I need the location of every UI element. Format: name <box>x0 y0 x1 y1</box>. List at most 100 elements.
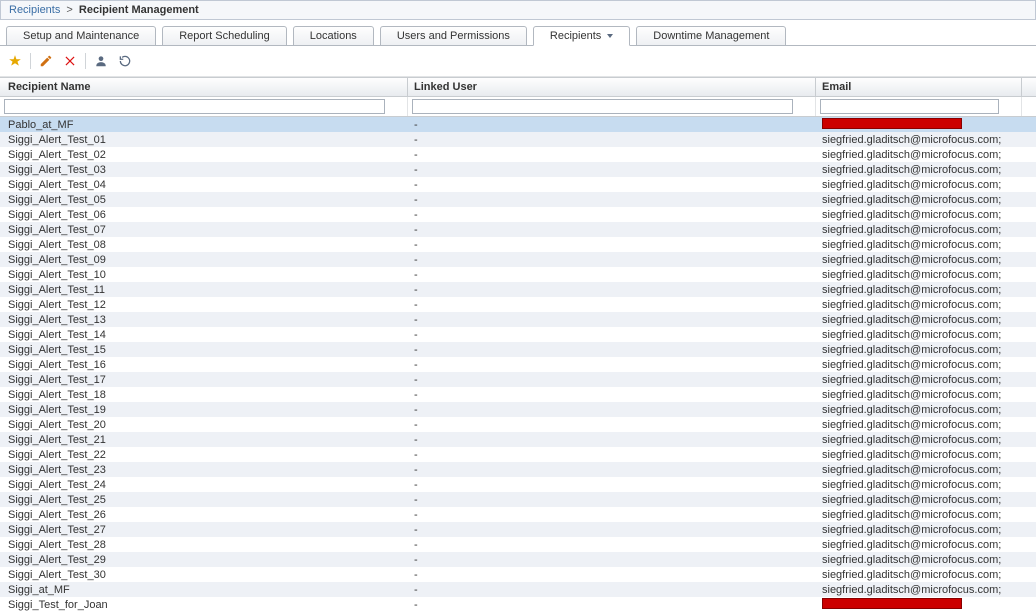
cell-linked-user: - <box>408 299 816 311</box>
cell-name: Siggi_Alert_Test_14 <box>0 329 408 341</box>
cell-linked-user: - <box>408 539 816 551</box>
breadcrumb-root[interactable]: Recipients <box>9 4 60 16</box>
filter-user-input[interactable] <box>412 99 793 114</box>
cell-name: Pablo_at_MF <box>0 119 408 131</box>
table-row[interactable]: Siggi_Alert_Test_21-siegfried.gladitsch@… <box>0 432 1036 447</box>
table-row[interactable]: Siggi_Alert_Test_08-siegfried.gladitsch@… <box>0 237 1036 252</box>
cell-name: Siggi_Alert_Test_04 <box>0 179 408 191</box>
table-row[interactable]: Siggi_Alert_Test_01-siegfried.gladitsch@… <box>0 132 1036 147</box>
toolbar-divider <box>30 53 31 69</box>
table-row[interactable]: Siggi_Alert_Test_13-siegfried.gladitsch@… <box>0 312 1036 327</box>
cell-email <box>816 118 1022 132</box>
breadcrumb: Recipients > Recipient Management <box>0 0 1036 20</box>
table-row[interactable]: Siggi_Alert_Test_25-siegfried.gladitsch@… <box>0 492 1036 507</box>
cell-name: Siggi_Alert_Test_05 <box>0 194 408 206</box>
breadcrumb-sep: > <box>63 4 75 16</box>
cell-email: siegfried.gladitsch@microfocus.com; <box>816 299 1022 311</box>
cell-email: siegfried.gladitsch@microfocus.com; <box>816 584 1022 596</box>
cell-name: Siggi_Alert_Test_28 <box>0 539 408 551</box>
table-row[interactable]: Siggi_Alert_Test_11-siegfried.gladitsch@… <box>0 282 1036 297</box>
table-row[interactable]: Siggi_at_MF-siegfried.gladitsch@microfoc… <box>0 582 1036 597</box>
table-row[interactable]: Siggi_Alert_Test_28-siegfried.gladitsch@… <box>0 537 1036 552</box>
tabbar: Setup and Maintenance Report Scheduling Lo… <box>0 20 1036 46</box>
table-row[interactable]: Siggi_Alert_Test_23-siegfried.gladitsch@… <box>0 462 1036 477</box>
table-row[interactable]: Siggi_Alert_Test_07-siegfried.gladitsch@… <box>0 222 1036 237</box>
cell-linked-user: - <box>408 404 816 416</box>
tab-locations[interactable]: Locations <box>293 26 374 46</box>
column-header-email[interactable]: Email <box>816 78 1022 96</box>
cell-name: Siggi_Alert_Test_22 <box>0 449 408 461</box>
table-row[interactable]: Siggi_Alert_Test_09-siegfried.gladitsch@… <box>0 252 1036 267</box>
table-row[interactable]: Siggi_Alert_Test_16-siegfried.gladitsch@… <box>0 357 1036 372</box>
table-row[interactable]: Siggi_Alert_Test_30-siegfried.gladitsch@… <box>0 567 1036 582</box>
cell-email: siegfried.gladitsch@microfocus.com; <box>816 239 1022 251</box>
cell-linked-user: - <box>408 569 816 581</box>
tab-recipients[interactable]: Recipients <box>533 26 630 46</box>
table-row[interactable]: Siggi_Alert_Test_03-siegfried.gladitsch@… <box>0 162 1036 177</box>
column-header-name[interactable]: Recipient Name <box>0 78 408 96</box>
table-row[interactable]: Siggi_Alert_Test_06-siegfried.gladitsch@… <box>0 207 1036 222</box>
tab-label: Downtime Management <box>653 30 769 42</box>
table-row[interactable]: Siggi_Test_for_Joan- <box>0 597 1036 612</box>
link-user-button[interactable] <box>92 52 110 70</box>
table-row[interactable]: Siggi_Alert_Test_20-siegfried.gladitsch@… <box>0 417 1036 432</box>
table-row[interactable]: Siggi_Alert_Test_27-siegfried.gladitsch@… <box>0 522 1036 537</box>
cell-linked-user: - <box>408 329 816 341</box>
cell-linked-user: - <box>408 134 816 146</box>
grid-body: Pablo_at_MF-Siggi_Alert_Test_01-siegfrie… <box>0 117 1036 612</box>
tab-label: Recipients <box>550 30 601 42</box>
table-row[interactable]: Siggi_Alert_Test_26-siegfried.gladitsch@… <box>0 507 1036 522</box>
cell-linked-user: - <box>408 194 816 206</box>
cell-email: siegfried.gladitsch@microfocus.com; <box>816 554 1022 566</box>
tab-users-and-permissions[interactable]: Users and Permissions <box>380 26 527 46</box>
table-row[interactable]: Siggi_Alert_Test_15-siegfried.gladitsch@… <box>0 342 1036 357</box>
table-row[interactable]: Siggi_Alert_Test_14-siegfried.gladitsch@… <box>0 327 1036 342</box>
table-row[interactable]: Siggi_Alert_Test_19-siegfried.gladitsch@… <box>0 402 1036 417</box>
cell-linked-user: - <box>408 599 816 611</box>
refresh-icon <box>118 54 132 68</box>
table-row[interactable]: Siggi_Alert_Test_18-siegfried.gladitsch@… <box>0 387 1036 402</box>
recipient-grid: Recipient Name Linked User Email Pablo_a… <box>0 77 1036 612</box>
cell-linked-user: - <box>408 164 816 176</box>
tab-downtime-management[interactable]: Downtime Management <box>636 26 786 46</box>
column-header-user[interactable]: Linked User <box>408 78 816 96</box>
cell-email: siegfried.gladitsch@microfocus.com; <box>816 284 1022 296</box>
delete-button[interactable] <box>61 52 79 70</box>
cell-linked-user: - <box>408 584 816 596</box>
grid-header: Recipient Name Linked User Email <box>0 77 1036 97</box>
table-row[interactable]: Siggi_Alert_Test_22-siegfried.gladitsch@… <box>0 447 1036 462</box>
breadcrumb-current: Recipient Management <box>79 4 199 16</box>
refresh-button[interactable] <box>116 52 134 70</box>
cell-name: Siggi_Alert_Test_16 <box>0 359 408 371</box>
tab-report-scheduling[interactable]: Report Scheduling <box>162 26 287 46</box>
cell-name: Siggi_Alert_Test_24 <box>0 479 408 491</box>
cell-name: Siggi_Alert_Test_15 <box>0 344 408 356</box>
table-row[interactable]: Siggi_Alert_Test_12-siegfried.gladitsch@… <box>0 297 1036 312</box>
chevron-down-icon[interactable] <box>607 34 613 38</box>
table-row[interactable]: Siggi_Alert_Test_17-siegfried.gladitsch@… <box>0 372 1036 387</box>
cell-email: siegfried.gladitsch@microfocus.com; <box>816 314 1022 326</box>
user-icon <box>94 54 108 68</box>
table-row[interactable]: Siggi_Alert_Test_02-siegfried.gladitsch@… <box>0 147 1036 162</box>
tab-setup-and-maintenance[interactable]: Setup and Maintenance <box>6 26 156 46</box>
cell-email: siegfried.gladitsch@microfocus.com; <box>816 224 1022 236</box>
cell-name: Siggi_Alert_Test_03 <box>0 164 408 176</box>
new-button[interactable] <box>6 52 24 70</box>
cell-email: siegfried.gladitsch@microfocus.com; <box>816 344 1022 356</box>
table-row[interactable]: Siggi_Alert_Test_10-siegfried.gladitsch@… <box>0 267 1036 282</box>
cell-name: Siggi_Alert_Test_21 <box>0 434 408 446</box>
cell-email: siegfried.gladitsch@microfocus.com; <box>816 524 1022 536</box>
table-row[interactable]: Pablo_at_MF- <box>0 117 1036 132</box>
cell-linked-user: - <box>408 419 816 431</box>
table-row[interactable]: Siggi_Alert_Test_05-siegfried.gladitsch@… <box>0 192 1036 207</box>
table-row[interactable]: Siggi_Alert_Test_24-siegfried.gladitsch@… <box>0 477 1036 492</box>
table-row[interactable]: Siggi_Alert_Test_04-siegfried.gladitsch@… <box>0 177 1036 192</box>
cell-linked-user: - <box>408 359 816 371</box>
edit-button[interactable] <box>37 52 55 70</box>
filter-name-input[interactable] <box>4 99 385 114</box>
star-icon <box>8 54 22 68</box>
table-row[interactable]: Siggi_Alert_Test_29-siegfried.gladitsch@… <box>0 552 1036 567</box>
cell-linked-user: - <box>408 344 816 356</box>
filter-email-input[interactable] <box>820 99 999 114</box>
cell-linked-user: - <box>408 239 816 251</box>
